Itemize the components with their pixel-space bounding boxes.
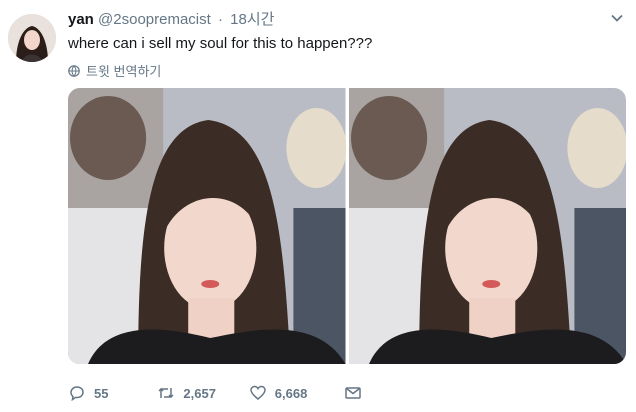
reply-count: 55 [94, 385, 109, 401]
heart-icon [250, 385, 266, 400]
share-button[interactable] [344, 384, 368, 402]
reply-button[interactable]: 55 [68, 384, 157, 402]
tweet-text: where can i sell my soul for this to hap… [68, 35, 373, 52]
globe-icon [68, 64, 80, 77]
chevron-down-icon[interactable] [610, 11, 624, 25]
retweet-count: 2,657 [183, 385, 216, 401]
like-button[interactable]: 6,668 [249, 384, 344, 402]
display-name[interactable]: yan [68, 11, 94, 28]
like-count: 6,668 [274, 385, 308, 401]
mail-icon [345, 387, 361, 399]
retweet-button[interactable]: 2,657 [157, 384, 248, 402]
tweet-photo-right[interactable] [348, 88, 627, 364]
user-handle[interactable]: @2soopremacist [98, 11, 211, 28]
retweet-icon [158, 387, 174, 399]
tweet-photo-left[interactable] [68, 88, 346, 364]
timestamp[interactable]: 18시간 [230, 11, 274, 28]
translate-tweet-link[interactable]: 트윗 번역하기 [68, 61, 161, 80]
separator: · [217, 11, 223, 28]
tweet-actions: 55 2,657 6,668 [68, 380, 368, 406]
tweet-header: yan @2soopremacist · 18시간 [68, 11, 274, 29]
translate-label: 트윗 번역하기 [86, 64, 162, 79]
tweet-media[interactable] [68, 88, 626, 364]
user-avatar[interactable] [8, 14, 56, 62]
reply-icon [70, 386, 84, 402]
